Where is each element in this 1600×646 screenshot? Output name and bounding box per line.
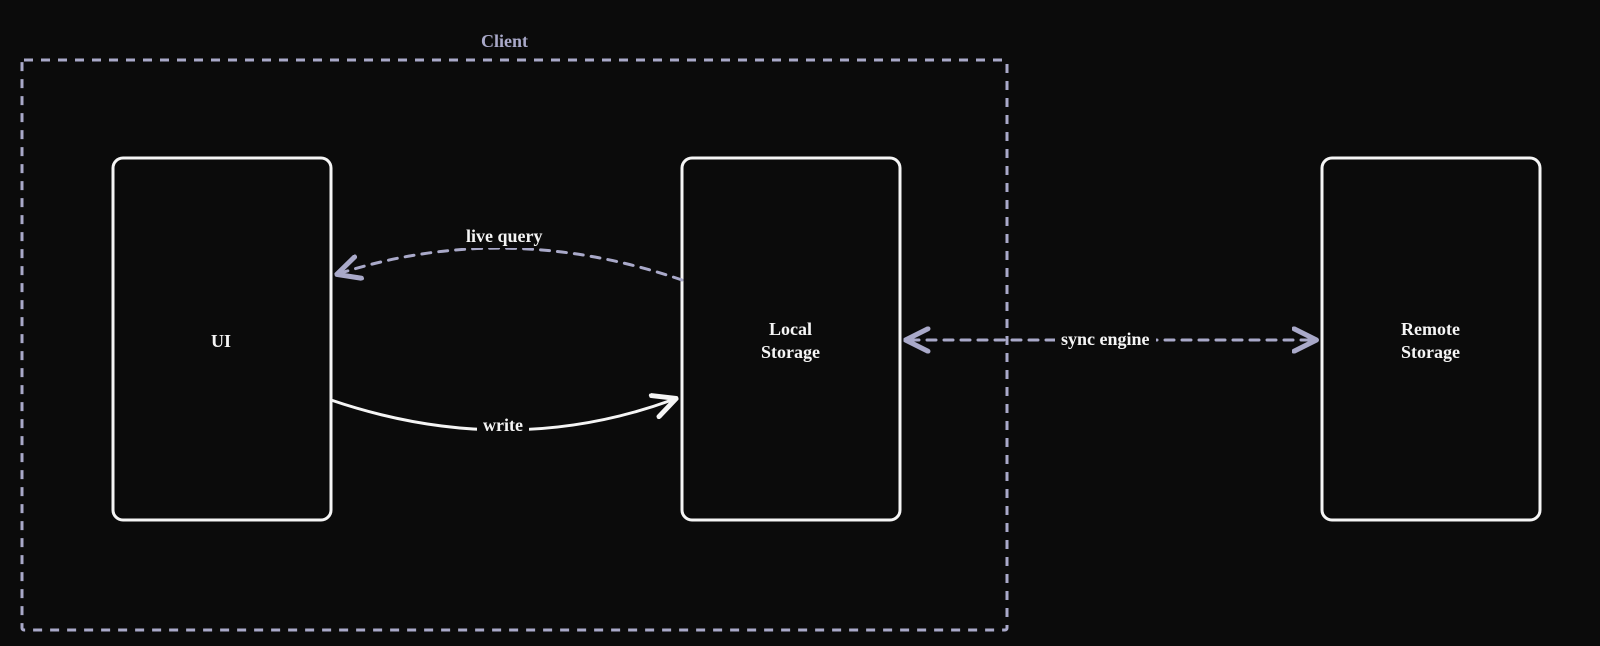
remote-storage-label: Remote Storage	[1395, 318, 1466, 363]
live-query-label: live query	[460, 225, 549, 248]
client-label: Client	[475, 30, 534, 53]
sync-engine-label: sync engine	[1055, 328, 1156, 351]
arrow-live-query	[341, 248, 682, 280]
ui-label: UI	[205, 330, 237, 353]
client-container	[22, 60, 1007, 630]
local-storage-label: Local Storage	[755, 318, 826, 363]
write-label: write	[477, 414, 529, 437]
diagram-canvas: Client UI Local Storage Remote Storage l…	[0, 0, 1600, 646]
